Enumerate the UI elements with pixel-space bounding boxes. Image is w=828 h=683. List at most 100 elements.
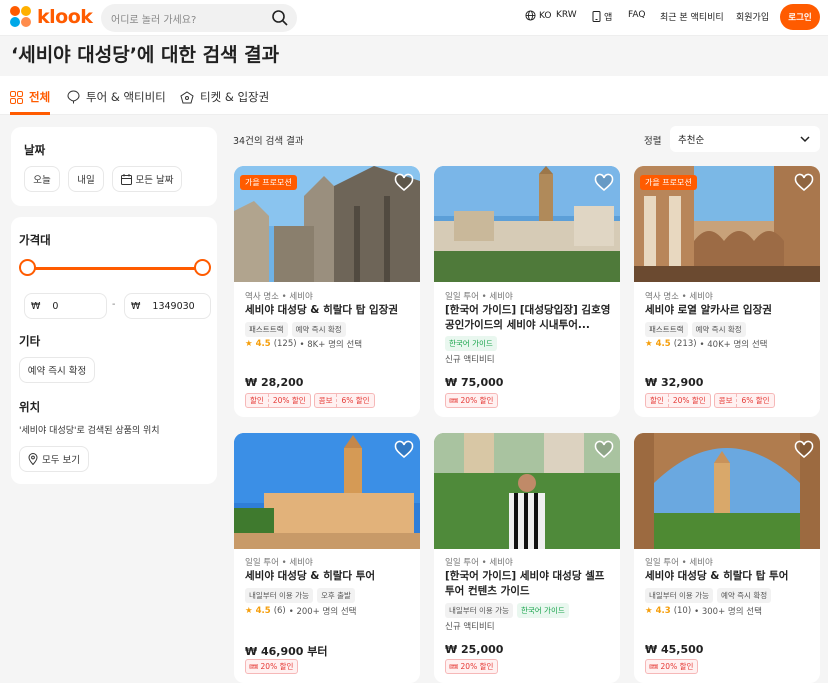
booked-count: • 300+ 명의 선택 (694, 607, 762, 617)
product-card[interactable]: 가을 프로모션 역사 명소 • 세비야 세비야 로열 알카사르 입장권 패스트트… (634, 166, 820, 417)
date-chip-today[interactable]: 오늘 (24, 166, 60, 192)
wishlist-heart-icon[interactable] (794, 440, 814, 460)
search-input[interactable]: 어디로 놀러 가세요? (101, 4, 297, 32)
language-selector[interactable]: KO (525, 10, 552, 21)
review-count: (125) (273, 339, 297, 349)
login-button[interactable]: 로그인 (780, 4, 820, 30)
sort-value: 추천순 (678, 135, 705, 146)
product-image (234, 433, 420, 549)
booked-count: • 40K+ 명의 선택 (699, 340, 768, 350)
chevron-down-icon (800, 136, 810, 143)
date-chip-all-label: 모든 날짜 (135, 175, 174, 186)
wishlist-heart-icon[interactable] (794, 173, 814, 193)
ticket-icon (180, 90, 194, 103)
calendar-icon (120, 173, 132, 185)
sort-select[interactable]: 추천순 (670, 126, 820, 152)
star-icon: ★ (245, 339, 253, 349)
promo-type: 할인 (246, 394, 269, 407)
map-pin-icon (28, 453, 38, 465)
product-tags: 내일부터 이용 가능 오후 출발 (245, 588, 355, 603)
klook-logo[interactable]: klook (10, 6, 93, 28)
wishlist-heart-icon[interactable] (594, 173, 614, 193)
rating-value: 4.5 (255, 339, 271, 349)
tag: 패스트트랙 (245, 322, 288, 337)
product-title[interactable]: [한국어 가이드] 세비야 대성당 셀프 투어 컨텐츠 가이드 (445, 569, 613, 599)
recently-viewed-link[interactable]: 최근 본 액티비티 (660, 10, 724, 23)
product-category: 일일 투어 • 세비야 (445, 558, 513, 568)
result-count: 34건의 검색 결과 (233, 136, 304, 147)
price-range-separator: - (112, 299, 116, 310)
product-title[interactable]: 세비야 대성당 & 히랄다 탑 입장권 (245, 303, 413, 318)
faq-link[interactable]: FAQ (628, 10, 645, 20)
wishlist-heart-icon[interactable] (394, 173, 414, 193)
product-tags: 패스트트랙 예약 즉시 확정 (245, 322, 346, 337)
coupon-icon: 🎟 (449, 396, 459, 405)
other-filter-title: 기타 (19, 334, 41, 348)
rating-value: 4.5 (255, 606, 271, 616)
product-card[interactable]: 가을 프로모션 역사 명소 • 세비야 세비야 대성당 & 히랄다 탑 입장권 … (234, 166, 420, 417)
star-icon: ★ (245, 606, 253, 616)
price-slider-max-handle[interactable] (194, 259, 211, 276)
price-min-currency: ₩ (31, 300, 41, 312)
product-title[interactable]: [한국어 가이드] [대성당입장] 김호영 공인가이드의 세비야 시내투어... (445, 303, 613, 333)
product-card[interactable]: 일일 투어 • 세비야 세비야 대성당 & 히랄다 투어 내일부터 이용 가능 … (234, 433, 420, 683)
tag: 내일부터 이용 가능 (645, 588, 713, 603)
price-max-field[interactable]: ₩ 1349030 (124, 293, 211, 319)
review-count: (6) (273, 606, 286, 616)
app-link[interactable]: 앱 (592, 10, 612, 23)
coupon-icon: 🎟 (249, 662, 259, 671)
tab-tours-activities[interactable]: 투어 & 액티비티 (67, 89, 166, 105)
product-rating: ★ 4.5 (213) • 40K+ 명의 선택 (645, 338, 767, 350)
view-all-locations-button[interactable]: 모두 보기 (19, 446, 89, 472)
top-header: klook 어디로 놀러 가세요? KO KRW 앱 FAQ 최근 본 액티비티… (0, 0, 828, 36)
product-card[interactable]: 일일 투어 • 세비야 [한국어 가이드] [대성당입장] 김호영 공인가이드의… (434, 166, 620, 417)
discount-promo: 할인 20% 할인 (645, 393, 711, 408)
product-card[interactable]: 일일 투어 • 세비야 세비야 대성당 & 히랄다 탑 투어 내일부터 이용 가… (634, 433, 820, 683)
price-slider-min-handle[interactable] (19, 259, 36, 276)
promo-tags: 할인 20% 할인 콤보 6% 할인 (645, 393, 775, 408)
product-category: 역사 명소 • 세비야 (245, 292, 313, 302)
product-category: 역사 명소 • 세비야 (645, 292, 713, 302)
product-category: 일일 투어 • 세비야 (245, 558, 313, 568)
location-filter-title: 위치 (19, 400, 41, 414)
signup-link[interactable]: 회원가입 (736, 10, 769, 23)
tag: 예약 즉시 확정 (691, 322, 746, 337)
product-price: ₩ 45,500 (645, 643, 704, 656)
tag: 오후 출발 (316, 588, 355, 603)
product-price: ₩ 75,000 (445, 376, 504, 389)
date-chip-all[interactable]: 모든 날짜 (112, 166, 182, 192)
promo-value: 20% 할인 (672, 396, 706, 405)
product-title[interactable]: 세비야 로열 알카사르 입장권 (645, 303, 813, 318)
star-icon: ★ (645, 606, 653, 616)
price-min-field[interactable]: ₩ 0 (24, 293, 107, 319)
product-tags: 내일부터 이용 가능 예약 즉시 확정 (645, 588, 772, 603)
search-icon[interactable] (271, 9, 289, 27)
wishlist-heart-icon[interactable] (394, 440, 414, 460)
product-card[interactable]: 일일 투어 • 세비야 [한국어 가이드] 세비야 대성당 셀프 투어 컨텐츠 … (434, 433, 620, 683)
product-price: ₩ 32,900 (645, 376, 704, 389)
rating-value: 4.5 (655, 339, 671, 349)
currency-selector[interactable]: KRW (556, 10, 577, 20)
product-price: ₩ 28,200 (245, 376, 304, 389)
coupon-value: 20% 할인 (660, 662, 694, 671)
date-chip-tomorrow[interactable]: 내일 (68, 166, 104, 192)
product-tags: 패스트트랙 예약 즉시 확정 (645, 322, 746, 337)
promo-tags: 🎟 20% 할인 (445, 659, 499, 674)
date-filter-panel: 날짜 오늘 내일 모든 날짜 (11, 127, 217, 206)
product-title[interactable]: 세비야 대성당 & 히랄다 탑 투어 (645, 569, 813, 584)
tab-all[interactable]: 전체 (10, 89, 50, 105)
location-description: '세비야 대성당'로 검색된 상품의 위치 (19, 426, 160, 436)
tag: 패스트트랙 (645, 322, 688, 337)
tab-tickets[interactable]: 티켓 & 입장권 (180, 89, 269, 105)
product-price: ₩ 46,900 부터 (245, 645, 328, 658)
product-title[interactable]: 세비야 대성당 & 히랄다 투어 (245, 569, 413, 584)
app-label: 앱 (604, 13, 613, 23)
instant-confirm-chip[interactable]: 예약 즉시 확정 (19, 357, 95, 383)
filters-panel: 가격대 ₩ 0 - ₩ 1349030 기타 예약 즉시 확정 위치 '세비야 … (11, 217, 217, 484)
coupon-value: 20% 할인 (460, 396, 494, 405)
view-all-label: 모두 보기 (42, 455, 80, 466)
wishlist-heart-icon[interactable] (594, 440, 614, 460)
page-title: ‘세비야 대성당’에 대한 검색 결과 (11, 44, 280, 66)
promo-tags: 🎟 20% 할인 (245, 659, 299, 674)
review-count: (213) (673, 339, 697, 349)
